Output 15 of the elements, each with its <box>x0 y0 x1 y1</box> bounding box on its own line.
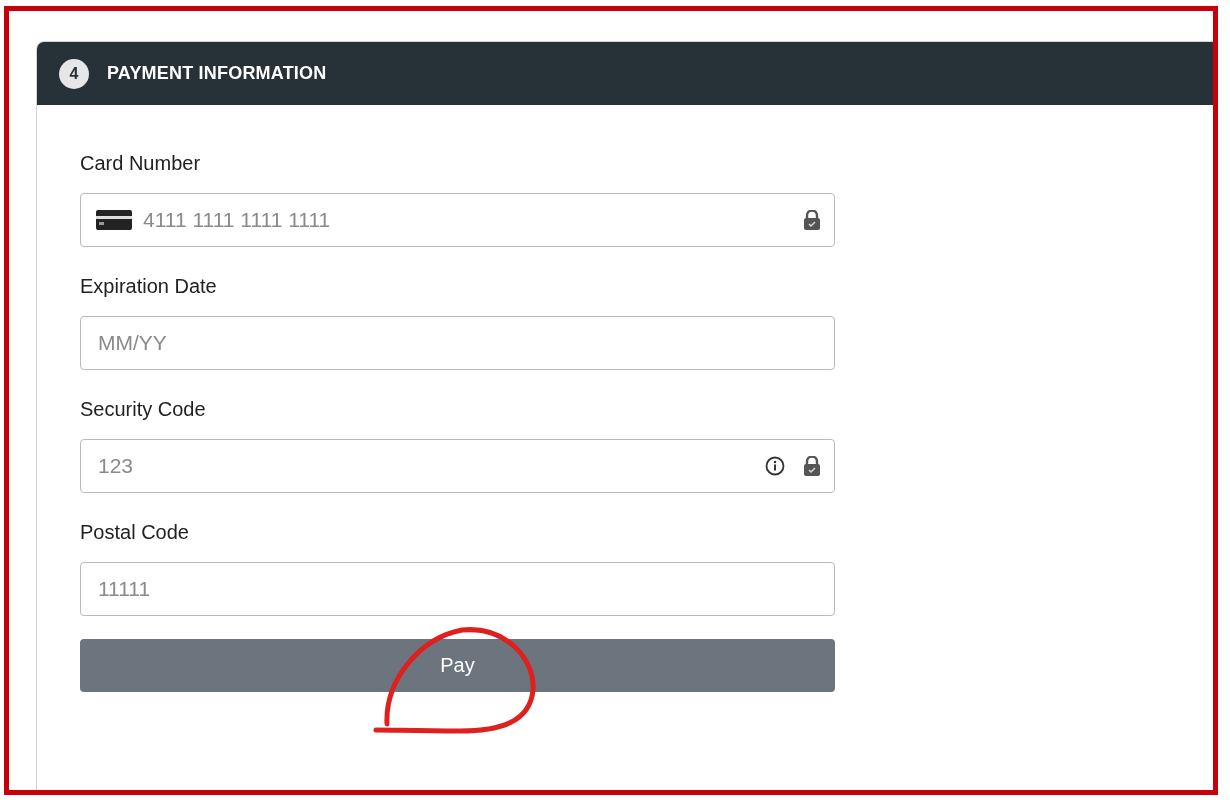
field-label: Expiration Date <box>80 274 218 298</box>
section-title: PAYMENT INFORMATION <box>107 63 327 84</box>
step-number: 4 <box>59 58 89 89</box>
input-field[interactable]: MM/YY <box>80 316 835 370</box>
credit-card-icon <box>96 210 132 230</box>
lock-icon <box>803 210 821 230</box>
input-field[interactable]: 4111 1111 1111 1111 <box>80 193 835 247</box>
field-label: Card Number <box>80 151 202 175</box>
field-label: Security Code <box>80 397 207 421</box>
pay-button[interactable]: Pay <box>80 639 835 692</box>
field-label: Postal Code <box>80 520 190 544</box>
lock-icon <box>803 456 821 476</box>
input-field[interactable]: 123 <box>80 439 835 493</box>
info-icon[interactable] <box>765 456 785 476</box>
input-field[interactable]: 11111 <box>80 562 835 616</box>
